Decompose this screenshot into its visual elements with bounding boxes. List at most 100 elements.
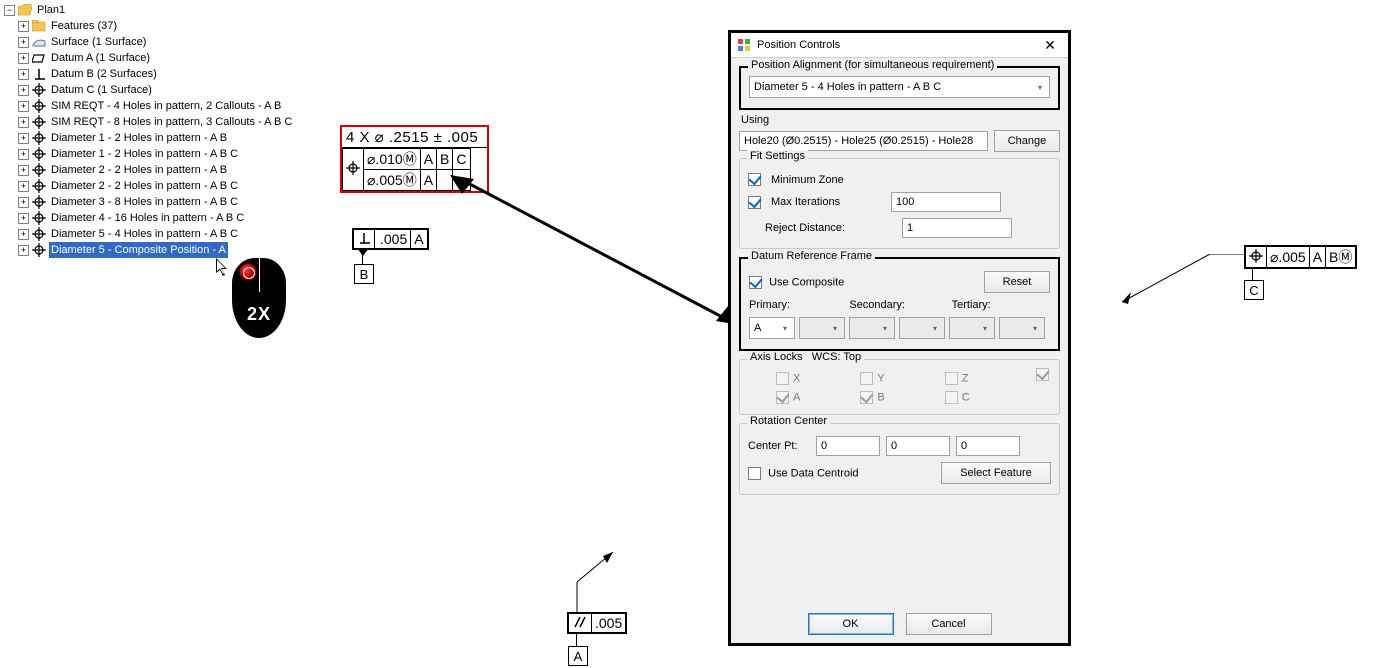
expand-icon[interactable]: +	[18, 165, 29, 176]
using-field[interactable]	[739, 131, 988, 151]
cursor-icon	[216, 258, 230, 278]
tree-root[interactable]: − Plan1	[4, 2, 324, 18]
tree-item[interactable]: +Datum B (2 Surfaces)	[4, 66, 324, 82]
double-click-hint: 2X	[232, 258, 292, 348]
fcf-position-right[interactable]: ⌀.005 A BⓂ	[1244, 245, 1357, 269]
tree-item[interactable]: + SIM REQT - 4 Holes in pattern, 2 Callou…	[4, 98, 324, 114]
pos-icon	[32, 99, 46, 113]
fcf-composite-position[interactable]: 4 X ⌀ .2515 ± .005 ⌀.010Ⓜ A B C ⌀.005Ⓜ A	[340, 125, 489, 193]
tree-item[interactable]: +Diameter 3 - 8 Holes in pattern - A B C	[4, 194, 324, 210]
tree-item[interactable]: + SIM REQT - 8 Holes in pattern, 3 Callou…	[4, 114, 324, 130]
checkbox-label: Use Composite	[769, 276, 844, 288]
lock-x-checkbox	[776, 372, 789, 385]
fcf-parallelism[interactable]: .005	[567, 612, 627, 634]
expand-icon[interactable]: +	[18, 245, 29, 256]
expand-icon[interactable]: +	[18, 53, 29, 64]
use-composite-checkbox[interactable]	[749, 276, 762, 289]
tree-item[interactable]: + Diameter 1 - 2 Holes in pattern - A B	[4, 130, 324, 146]
reset-button[interactable]: Reset	[984, 271, 1050, 293]
tree-item[interactable]: + Diameter 5 - Composite Position - A	[4, 242, 324, 258]
tree-item[interactable]: +Surface (1 Surface)	[4, 34, 324, 50]
expand-icon[interactable]: +	[18, 213, 29, 224]
reject-distance-input[interactable]	[902, 218, 1012, 238]
expand-icon[interactable]: +	[18, 21, 29, 32]
tree-item[interactable]: +Diameter 4 - 16 Holes in pattern - A B …	[4, 210, 324, 226]
field-label: Reject Distance:	[748, 222, 896, 234]
max-iterations-input[interactable]	[891, 192, 1001, 212]
tree-item[interactable]: +Diameter 2 - 2 Holes in pattern - A B C	[4, 178, 324, 194]
expand-icon[interactable]: +	[18, 69, 29, 80]
change-button[interactable]: Change	[994, 130, 1060, 152]
expand-icon[interactable]: +	[18, 101, 29, 112]
fcf-perpendicularity[interactable]: .005 A	[352, 228, 429, 250]
secondary-mod-combo[interactable]: ▾	[899, 317, 945, 339]
ok-button[interactable]: OK	[808, 613, 894, 635]
tree-item-label: SIM REQT - 4 Holes in pattern, 2 Callout…	[49, 98, 283, 114]
pos-icon	[32, 115, 46, 129]
datum-flag-a: A	[568, 646, 588, 666]
position-alignment-combo[interactable]: Diameter 5 - 4 Holes in pattern - A B C …	[749, 76, 1050, 98]
expand-icon[interactable]: +	[18, 149, 29, 160]
perp-icon	[32, 67, 46, 81]
leader-line	[567, 552, 617, 614]
checkbox-label: Max Iterations	[771, 196, 885, 208]
pos-icon	[32, 243, 46, 257]
expand-icon[interactable]: +	[18, 37, 29, 48]
tree-item[interactable]: +Diameter 2 - 2 Holes in pattern - A B	[4, 162, 324, 178]
cancel-button[interactable]: Cancel	[906, 613, 992, 635]
leader-line	[1122, 254, 1247, 314]
lock-b-checkbox	[860, 391, 873, 404]
tree-item-label: Plan1	[35, 2, 67, 18]
lock-c-checkbox	[945, 391, 958, 404]
expand-icon[interactable]: +	[18, 117, 29, 128]
chevron-down-icon: ▾	[979, 319, 991, 337]
group-axis-locks: Axis Locks WCS: Top X Y Z A B C	[739, 359, 1060, 415]
chevron-down-icon: ▾	[929, 319, 941, 337]
center-z-input[interactable]	[956, 436, 1020, 456]
primary-mod-combo[interactable]: ▾	[799, 317, 845, 339]
position-icon	[343, 149, 364, 191]
max-iterations-checkbox[interactable]	[748, 196, 761, 209]
tree-features[interactable]: + Features (37)	[4, 18, 324, 34]
use-data-centroid-checkbox[interactable]	[748, 467, 761, 480]
tree-item[interactable]: +Diameter 1 - 2 Holes in pattern - A B C	[4, 146, 324, 162]
tree-item-label: Diameter 5 - 4 Holes in pattern - A B C	[49, 226, 240, 242]
dialog-titlebar[interactable]: Position Controls ✕	[731, 33, 1068, 58]
primary-datum-combo[interactable]: A▾	[749, 317, 795, 339]
tree-item-label: Diameter 1 - 2 Holes in pattern - A B	[49, 130, 229, 146]
center-y-input[interactable]	[886, 436, 950, 456]
expand-icon[interactable]: +	[18, 85, 29, 96]
group-label: Axis Locks WCS: Top	[747, 351, 864, 363]
expand-icon[interactable]: +	[18, 181, 29, 192]
dialog-title: Position Controls	[757, 39, 1038, 51]
tertiary-mod-combo[interactable]: ▾	[999, 317, 1045, 339]
expand-icon[interactable]: +	[18, 133, 29, 144]
tree-item[interactable]: + Diameter 5 - 4 Holes in pattern - A B C	[4, 226, 324, 242]
expand-icon[interactable]: +	[18, 229, 29, 240]
tree-item[interactable]: +Datum A (1 Surface)	[4, 50, 324, 66]
expand-icon[interactable]: +	[18, 197, 29, 208]
close-button[interactable]: ✕	[1038, 35, 1062, 55]
collapse-icon[interactable]: −	[4, 5, 15, 16]
chevron-down-icon: ▾	[879, 319, 891, 337]
select-feature-button[interactable]: Select Feature	[941, 462, 1051, 484]
double-click-label: 2X	[232, 304, 286, 325]
tree-item-label: SIM REQT - 8 Holes in pattern, 3 Callout…	[49, 114, 294, 130]
tree-item-label: Features (37)	[49, 18, 119, 34]
axis-locks-master-checkbox[interactable]	[1036, 368, 1049, 381]
secondary-datum-combo[interactable]: ▾	[849, 317, 895, 339]
tree-item-label: Diameter 5 - Composite Position - A	[49, 242, 228, 258]
tree-item[interactable]: +Datum C (1 Surface)	[4, 82, 324, 98]
surface-icon	[32, 35, 46, 49]
tertiary-datum-combo[interactable]: ▾	[949, 317, 995, 339]
center-x-input[interactable]	[816, 436, 880, 456]
fcf-size-callout: 4 X ⌀ .2515 ± .005	[342, 127, 487, 148]
feature-tree[interactable]: − Plan1 + Features (37) +Surface (1 Surf…	[4, 2, 324, 258]
parallelism-icon	[569, 614, 592, 633]
minimum-zone-checkbox[interactable]	[748, 173, 761, 186]
pos-icon	[32, 227, 46, 241]
checkbox-label: Use Data Centroid	[768, 467, 859, 479]
group-fit-settings: Fit Settings Minimum Zone Max Iterations…	[739, 158, 1060, 249]
group-label: Position Alignment (for simultaneous req…	[748, 59, 997, 71]
field-label: Primary:	[749, 299, 849, 311]
